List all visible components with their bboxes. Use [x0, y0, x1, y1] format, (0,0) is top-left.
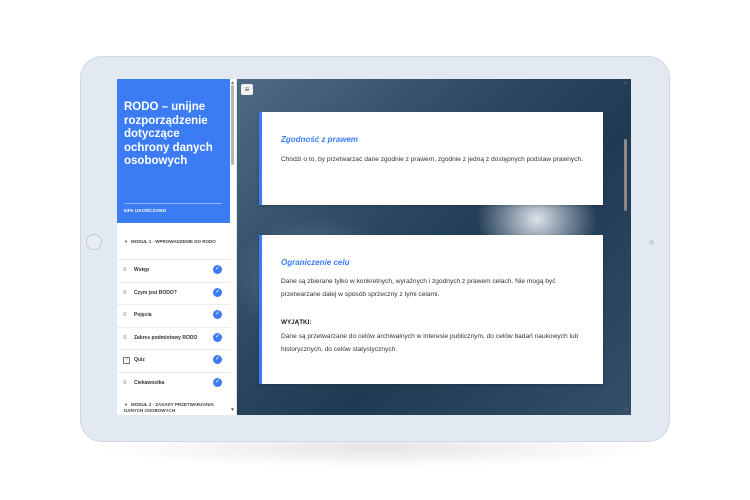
text-lines-icon: ≡: [123, 380, 127, 386]
card-title: Ograniczenie celu: [281, 258, 350, 267]
home-button[interactable]: [86, 234, 102, 250]
content-scrollbar[interactable]: [624, 139, 627, 211]
lesson-label: Pojęcia: [134, 312, 152, 318]
module-2-toggle[interactable]: ▼ MODUŁ 2 - ZASADY PRZETWARZANIA DANYCH O…: [124, 402, 222, 413]
check-icon: ✓: [213, 288, 222, 297]
lesson-item[interactable]: ≡ Czym jest RODO? ✓: [117, 282, 230, 305]
card-exceptions-label: WYJĄTKI:: [281, 319, 312, 326]
course-title: RODO – unijne rozporządzenie dotyczące o…: [124, 101, 213, 167]
sidebar-scrollbar[interactable]: [231, 85, 234, 165]
content-card: Ograniczenie celu Dane są zbierane tylko…: [259, 235, 603, 384]
lesson-label: Quiz: [134, 357, 145, 363]
card-text: Chodzi o to, by przetwarzać dane zgodnie…: [281, 156, 584, 163]
menu-toggle-button[interactable]: ≡: [241, 84, 253, 95]
text-lines-icon: ≡: [123, 335, 127, 341]
card-text: Dane są zbierane tylko w konkretnych, wy…: [281, 278, 556, 298]
quiz-icon: ?: [123, 357, 130, 364]
module-1-toggle[interactable]: ▼ MODUŁ 1 - WPROWADZENIE DO RODO: [124, 239, 222, 245]
check-icon: ✓: [213, 355, 222, 364]
text-lines-icon: ≡: [123, 290, 127, 296]
header-divider: [124, 203, 222, 204]
module-2-title: MODUŁ 2 - ZASADY PRZETWARZANIA DANYCH OS…: [124, 402, 214, 413]
lesson-label: Czym jest RODO?: [134, 290, 177, 296]
lesson-label: Zakres podmiotowy RODO: [134, 335, 198, 341]
card-exceptions-text: Dane są przetwarzane do celów archiwalny…: [281, 333, 579, 353]
lesson-item[interactable]: ≡ Wstęp ✓: [117, 259, 230, 282]
text-lines-icon: ≡: [123, 312, 127, 318]
lesson-item[interactable]: ≡ Pojęcia ✓: [117, 304, 230, 327]
check-icon: ✓: [213, 265, 222, 274]
module-1-title: MODUŁ 1 - WPROWADZENIE DO RODO: [130, 239, 216, 244]
scroll-up-arrow-icon[interactable]: ▲: [623, 80, 628, 86]
course-header: RODO – unijne rozporządzenie dotyczące o…: [117, 79, 230, 223]
camera-dot: [649, 240, 654, 245]
course-progress: 53% UKOŃCZONO: [124, 208, 167, 213]
check-icon: ✓: [213, 310, 222, 319]
lesson-item[interactable]: ? Quiz ✓: [117, 349, 230, 372]
card-title: Zgodność z prawem: [281, 135, 358, 144]
check-icon: ✓: [213, 378, 222, 387]
lesson-item[interactable]: ≡ Zakres podmiotowy RODO ✓: [117, 327, 230, 350]
tablet-screen: RODO – unijne rozporządzenie dotyczące o…: [117, 79, 631, 415]
scroll-down-arrow-icon[interactable]: ▼: [623, 407, 628, 413]
check-icon: ✓: [213, 333, 222, 342]
scroll-down-arrow-icon[interactable]: ▼: [230, 407, 235, 413]
course-sidebar: RODO – unijne rozporządzenie dotyczące o…: [117, 79, 237, 415]
text-lines-icon: ≡: [123, 267, 127, 273]
lesson-label: Ciekawostka: [134, 380, 165, 386]
lesson-label: Wstęp: [134, 267, 149, 273]
caret-down-icon: ▼: [124, 239, 128, 244]
lesson-content: ≡ Zgodność z prawem Chodzi o to, by prze…: [237, 79, 631, 415]
content-card: Zgodność z prawem Chodzi o to, by przetw…: [259, 112, 603, 205]
lesson-item[interactable]: ≡ Ciekawostka ✓: [117, 372, 230, 395]
